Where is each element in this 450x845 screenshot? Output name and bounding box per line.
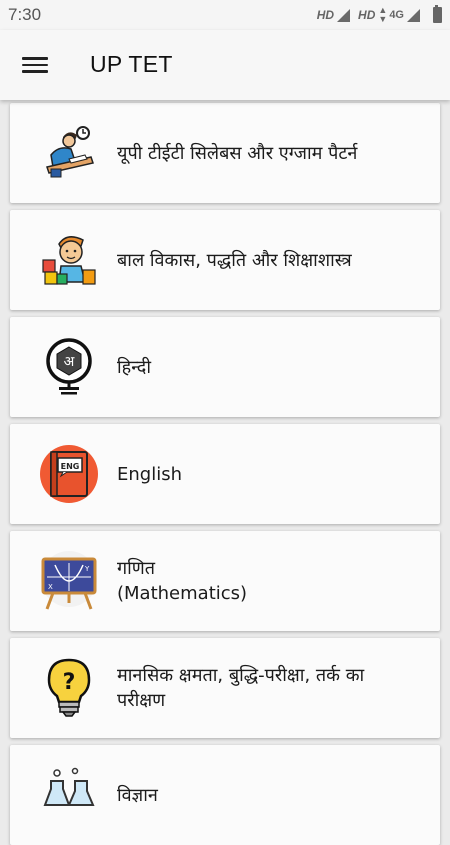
- topic-label: गणित (Mathematics): [117, 558, 248, 604]
- topic-label: English: [117, 463, 182, 485]
- topic-card-science[interactable]: विज्ञान: [10, 745, 440, 845]
- hd-indicator: HD: [358, 8, 376, 22]
- topic-label: मानसिक क्षमता, बुद्धि-परीक्षा, तर्क का प…: [117, 665, 365, 711]
- signal-icon: [337, 8, 351, 22]
- topic-card-mental-ability[interactable]: ? मानसिक क्षमता, बुद्धि-परीक्षा, तर्क का…: [10, 638, 440, 738]
- svg-text:?: ?: [63, 670, 76, 695]
- topic-label: हिन्दी: [117, 356, 152, 378]
- data-arrows-icon: ▲ ▼: [378, 5, 388, 24]
- status-time: 7:30: [8, 5, 42, 24]
- science-flask-icon: [43, 767, 95, 806]
- status-icons: HD HD ▲ ▼ 4G: [316, 5, 442, 24]
- hindi-letter-icon: अ: [46, 338, 92, 395]
- svg-text:Y: Y: [84, 565, 90, 573]
- menu-button[interactable]: [22, 54, 48, 76]
- topic-card-hindi[interactable]: अ हिन्दी: [10, 317, 440, 417]
- hamburger-icon: [22, 57, 48, 60]
- battery-icon: [433, 5, 442, 23]
- student-writing-icon: [46, 126, 94, 178]
- english-book-icon: ENG: [40, 445, 98, 503]
- topic-card-syllabus[interactable]: यूपी टीईटी सिलेबस और एग्जाम पैटर्न: [10, 103, 440, 203]
- topic-label: बाल विकास, पद्धति और शिक्षाशास्त्र: [117, 249, 352, 271]
- topic-label: विज्ञान: [117, 784, 158, 806]
- status-bar: 7:30 HD HD ▲ ▼ 4G: [0, 0, 450, 30]
- app-bar: UP TET: [0, 30, 450, 100]
- hd-indicator: HD: [316, 8, 335, 22]
- topic-card-english[interactable]: ENG English: [10, 424, 440, 524]
- lightbulb-question-icon: ?: [47, 658, 91, 717]
- signal-icon: [407, 8, 420, 22]
- svg-text:ENG: ENG: [61, 462, 80, 471]
- child-blocks-icon: [42, 236, 96, 285]
- math-board-icon: X Y: [41, 551, 97, 610]
- topic-card-child-development[interactable]: बाल विकास, पद्धति और शिक्षाशास्त्र: [10, 210, 440, 310]
- svg-text:अ: अ: [64, 354, 75, 370]
- svg-text:X: X: [48, 583, 53, 591]
- network-type: 4G: [389, 9, 404, 21]
- app-title: UP TET: [90, 51, 173, 77]
- topic-card-mathematics[interactable]: X Y गणित (Mathematics): [10, 531, 440, 631]
- topic-label: यूपी टीईटी सिलेबस और एग्जाम पैटर्न: [117, 142, 358, 164]
